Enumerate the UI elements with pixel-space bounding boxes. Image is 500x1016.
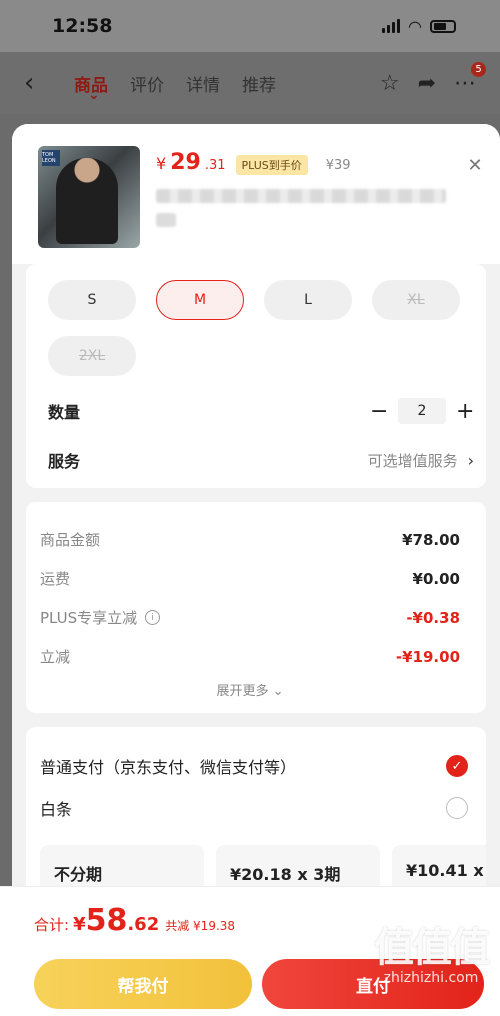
back-icon[interactable]: ‹ xyxy=(24,68,64,98)
quantity-label: 数量 xyxy=(48,403,81,422)
fee-row-plus-discount: PLUS专享立减 i -¥0.38 xyxy=(40,598,460,637)
service-value-text: 可选增值服务 xyxy=(367,451,458,470)
fee-label: 运费 xyxy=(40,570,71,588)
plus-price-tag: PLUS到手价 xyxy=(235,155,308,175)
size-option-2xl: 2XL xyxy=(48,336,136,376)
expand-more-button[interactable]: 展开更多 ⌄ xyxy=(40,680,460,699)
radio-button[interactable] xyxy=(446,797,468,819)
system-icons: ◠ xyxy=(382,17,456,36)
price-decimal: .31 xyxy=(204,158,226,173)
nav-tabs: 商品 评价 详情 推荐 xyxy=(74,71,276,103)
help-me-pay-button[interactable]: 帮我付 xyxy=(34,959,252,1009)
payment-label: 普通支付（京东支付、微信支付等） xyxy=(40,758,297,777)
status-bar: 12:58 ◠ xyxy=(0,0,500,52)
size-option-m[interactable]: M xyxy=(156,280,244,320)
original-price: ¥39 xyxy=(325,158,351,173)
check-icon[interactable]: ✓ xyxy=(446,755,468,777)
quantity-value[interactable]: 2 xyxy=(398,398,446,424)
blurred-product-title-line2 xyxy=(156,213,176,227)
total-label: 合计: xyxy=(34,916,70,934)
spec-card: S M L XL 2XL 数量 − 2 + 服务 可选增值服务 › xyxy=(26,264,486,488)
fee-row-subtotal: 商品金额 ¥78.00 xyxy=(40,520,460,559)
tab-recommend[interactable]: 推荐 xyxy=(242,71,276,96)
product-thumbnail[interactable]: TOM LEON xyxy=(38,146,140,248)
chevron-right-icon: › xyxy=(467,450,474,470)
total-symbol: ¥ xyxy=(73,914,86,935)
star-icon[interactable]: ☆ xyxy=(380,71,400,96)
fee-row-shipping: 运费 ¥0.00 xyxy=(40,559,460,598)
fee-value: ¥78.00 xyxy=(402,530,460,549)
price-symbol: ¥ xyxy=(156,154,167,173)
purchase-sheet: TOM LEON ¥ 29 .31 PLUS到手价 ¥39 ✕ S M L XL… xyxy=(12,124,500,1016)
fee-value: ¥0.00 xyxy=(412,569,460,588)
product-info: ¥ 29 .31 PLUS到手价 ¥39 xyxy=(156,146,446,264)
fee-breakdown-card: 商品金额 ¥78.00 运费 ¥0.00 PLUS专享立减 i -¥0.38 立… xyxy=(26,502,486,713)
fee-value: -¥0.38 xyxy=(406,608,460,627)
fee-value: -¥19.00 xyxy=(395,647,460,666)
message-badge: 5 xyxy=(471,61,486,77)
quantity-row: 数量 − 2 + xyxy=(48,398,474,424)
product-nav-bar: ‹ 商品 评价 详情 推荐 ☆ ➦ ⋯5 xyxy=(0,52,500,114)
fee-label: 商品金额 xyxy=(40,531,101,549)
total-row: 合计: ¥ 58 .62 共减 ¥19.38 xyxy=(34,903,235,938)
nav-actions: ☆ ➦ ⋯ 5 xyxy=(380,61,486,96)
close-icon[interactable]: ✕ xyxy=(464,154,486,176)
increase-button[interactable]: + xyxy=(456,399,474,424)
more-icon[interactable]: ⋯ 5 xyxy=(454,61,486,96)
service-row[interactable]: 服务 可选增值服务 › xyxy=(48,448,474,472)
fee-label-with-info: PLUS专享立减 i xyxy=(40,607,161,628)
size-option-s[interactable]: S xyxy=(48,280,136,320)
payment-option-baitiao[interactable]: 白条 xyxy=(40,787,486,829)
tab-details[interactable]: 详情 xyxy=(186,71,220,96)
brand-logo: TOM LEON xyxy=(42,150,60,166)
wifi-icon: ◠ xyxy=(408,16,422,36)
fee-label-text: PLUS专享立减 xyxy=(40,609,138,627)
share-icon[interactable]: ➦ xyxy=(418,71,436,96)
tab-product[interactable]: 商品 xyxy=(74,71,108,103)
watermark-site: zhizhizhi.com xyxy=(383,970,479,986)
status-time: 12:58 xyxy=(52,15,113,37)
total-decimal: .62 xyxy=(127,914,160,935)
quantity-stepper: − 2 + xyxy=(370,398,474,424)
watermark-logo: 值值值 xyxy=(374,925,490,971)
size-option-l[interactable]: L xyxy=(264,280,352,320)
info-icon[interactable]: i xyxy=(145,610,161,625)
total-saved: 共减 ¥19.38 xyxy=(165,919,236,933)
price-row: ¥ 29 .31 PLUS到手价 ¥39 xyxy=(156,150,446,175)
size-option-xl: XL xyxy=(372,280,460,320)
total-integer: 58 xyxy=(85,903,128,938)
blurred-product-title xyxy=(156,189,446,203)
bottom-action-bar: 合计: ¥ 58 .62 共减 ¥19.38 帮我付 直付 值值值 zhizhi… xyxy=(0,886,500,1016)
tab-reviews[interactable]: 评价 xyxy=(130,71,164,96)
product-summary: TOM LEON ¥ 29 .31 PLUS到手价 ¥39 ✕ xyxy=(12,124,500,264)
watermark: 值值值 zhizhizhi.com xyxy=(374,925,490,986)
payment-label: 白条 xyxy=(40,800,73,819)
decrease-button[interactable]: − xyxy=(370,399,388,424)
service-value: 可选增值服务 › xyxy=(368,450,474,471)
price-integer: 29 xyxy=(170,150,201,175)
payment-option-standard[interactable]: 普通支付（京东支付、微信支付等） ✓ xyxy=(40,745,486,787)
size-options: S M L XL 2XL xyxy=(48,280,474,376)
battery-icon xyxy=(430,19,456,33)
signal-icon xyxy=(382,19,401,33)
product-photo-figure xyxy=(56,158,118,244)
fee-row-discount: 立减 -¥19.00 xyxy=(40,637,460,676)
service-label: 服务 xyxy=(48,452,81,471)
fee-label: 立减 xyxy=(40,648,71,666)
